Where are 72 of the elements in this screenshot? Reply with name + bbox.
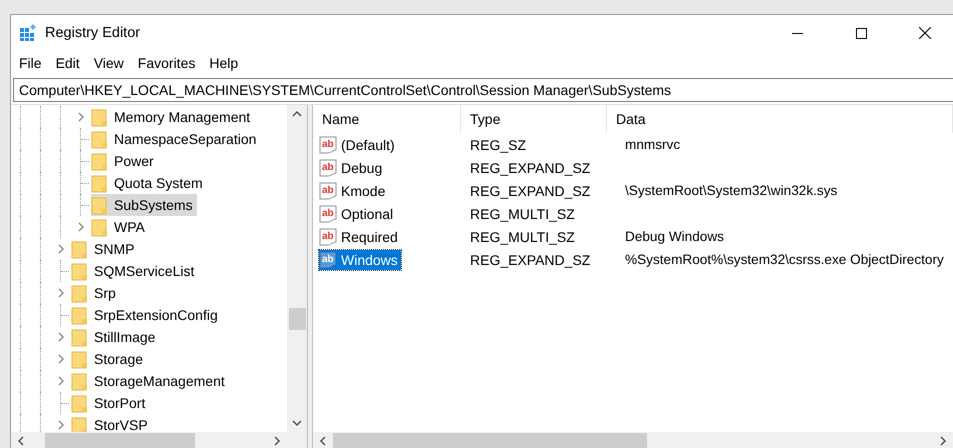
menu-item[interactable]: Favorites	[132, 55, 204, 71]
table-cell-text: %SystemRoot%\system32\csrss.exe ObjectDirectory	[624, 252, 945, 267]
folder-icon	[71, 349, 88, 369]
table-cell-text: mnmsrvc	[624, 137, 682, 152]
tree-item[interactable]: Srp	[71, 282, 120, 304]
tree-item[interactable]: SQMServiceList	[71, 260, 198, 282]
table-cell-text: REG_MULTI_SZ	[469, 228, 576, 244]
value-name[interactable]: ab Windows	[319, 250, 401, 270]
maximize-icon[interactable]	[856, 28, 866, 38]
scroll-left-icon[interactable]	[318, 434, 328, 446]
folder-icon	[71, 283, 88, 303]
string-value-icon: ab	[319, 182, 339, 200]
tree-item[interactable]: StillImage	[71, 326, 160, 348]
string-value-icon: ab	[319, 228, 339, 246]
scrollbar-thumb[interactable]	[288, 308, 306, 330]
tree-item[interactable]: WPA	[91, 216, 149, 238]
menu-item[interactable]: File	[13, 55, 50, 71]
menu-item[interactable]: Help	[203, 55, 246, 71]
folder-icon	[91, 217, 108, 237]
value-name[interactable]: ab (Default)	[319, 134, 398, 154]
table-cell-text: REG_EXPAND_SZ	[469, 160, 592, 176]
tree-item[interactable]: Memory Management	[91, 106, 254, 128]
tree-item[interactable]: SubSystems	[91, 194, 197, 216]
column-header[interactable]: Name	[313, 105, 461, 133]
value-name[interactable]: ab Kmode	[319, 180, 388, 200]
app-icon	[19, 24, 37, 42]
column-header[interactable]: Type	[461, 105, 607, 133]
tree-item[interactable]: StorPort	[71, 392, 150, 414]
scroll-right-icon[interactable]	[272, 434, 282, 446]
string-value-icon: ab	[319, 204, 339, 222]
folder-icon	[71, 415, 88, 432]
folder-icon	[91, 195, 108, 215]
folder-icon	[71, 393, 88, 413]
scroll-right-icon[interactable]	[938, 434, 948, 446]
folder-icon	[91, 129, 108, 149]
string-value-icon: ab	[319, 250, 339, 268]
tree-item[interactable]: Storage	[71, 348, 148, 370]
tree-item[interactable]: StorVSP	[71, 414, 152, 432]
folder-icon	[91, 107, 108, 127]
scrollbar-thumb[interactable]	[333, 433, 647, 448]
tree-item[interactable]: StorageManagement	[71, 370, 229, 392]
folder-icon	[71, 261, 88, 281]
table-cell-text: REG_MULTI_SZ	[469, 206, 576, 222]
folder-icon	[71, 371, 88, 391]
scrollbar-thumb[interactable]	[45, 433, 195, 448]
table-cell-text: REG_EXPAND_SZ	[469, 252, 592, 268]
scroll-left-icon[interactable]	[16, 434, 26, 446]
tree-item[interactable]: SNMP	[71, 238, 138, 260]
value-name[interactable]: ab Optional	[319, 204, 396, 224]
close-icon[interactable]	[919, 27, 931, 39]
folder-icon	[71, 327, 88, 347]
address-bar[interactable]: Computer\HKEY_LOCAL_MACHINE\SYSTEM\CurrentControlSet\Control\Session Manager\SubSystems	[13, 78, 953, 102]
window-title: Registry Editor	[45, 25, 142, 41]
value-name[interactable]: ab Debug	[319, 158, 386, 178]
tree-item[interactable]: Power	[91, 150, 158, 172]
folder-icon	[71, 239, 88, 259]
table-cell-text: \SystemRoot\System32\win32k.sys	[624, 183, 838, 198]
column-header[interactable]: Data	[607, 105, 953, 133]
tree-item[interactable]: NamespaceSeparation	[91, 128, 260, 150]
folder-icon	[71, 305, 88, 325]
string-value-icon: ab	[319, 158, 339, 176]
string-value-icon: ab	[319, 136, 339, 154]
menu-item[interactable]: View	[88, 55, 132, 71]
table-cell-text: REG_EXPAND_SZ	[469, 182, 592, 198]
tree-item[interactable]: Quota System	[91, 172, 207, 194]
tree-item[interactable]: SrpExtensionConfig	[71, 304, 222, 326]
folder-icon	[91, 151, 108, 171]
folder-icon	[91, 173, 108, 193]
table-cell-text: Debug Windows	[624, 229, 725, 244]
value-name[interactable]: ab Required	[319, 226, 401, 246]
menu-item[interactable]: Edit	[50, 55, 88, 71]
table-cell-text: REG_SZ	[469, 136, 528, 152]
